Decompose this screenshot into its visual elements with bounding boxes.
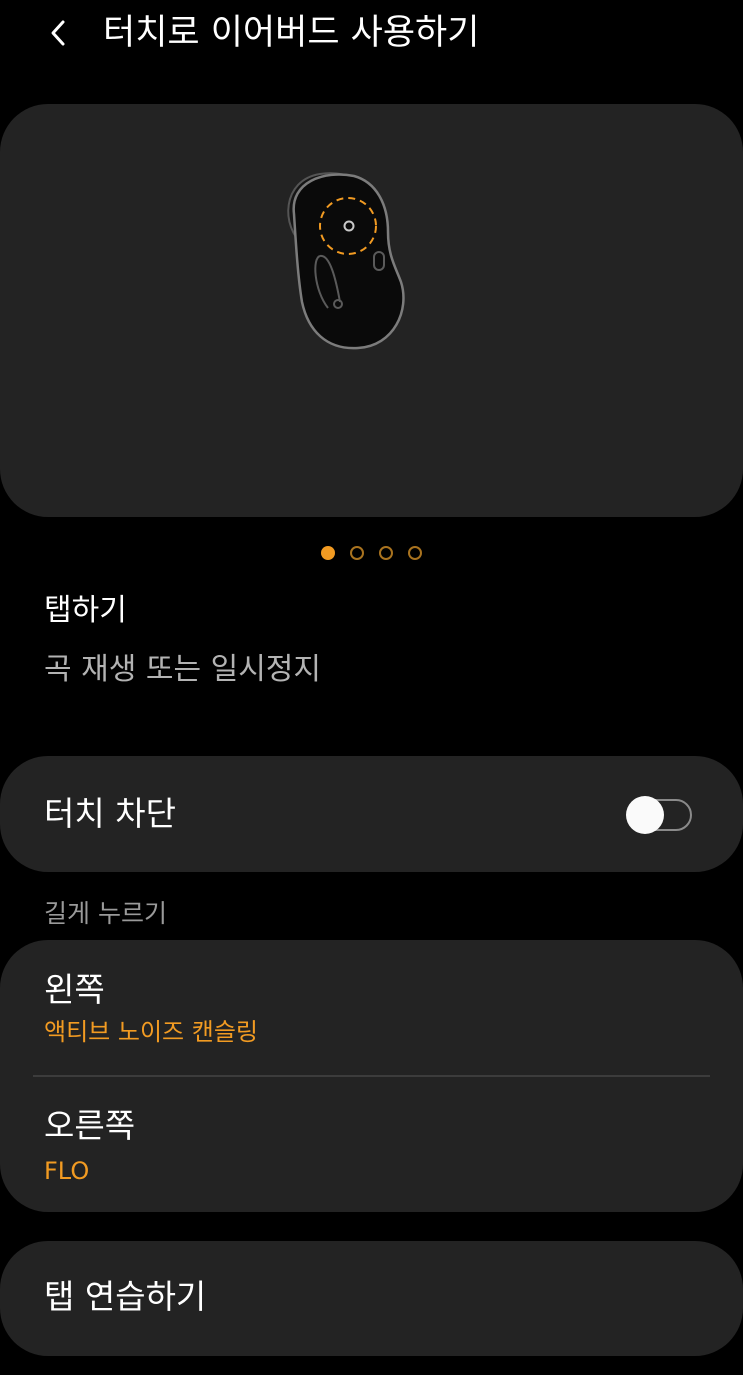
touch-block-row[interactable]: 터치 차단	[0, 756, 743, 872]
right-row-value: FLO	[44, 1157, 90, 1185]
left-row-title: 왼쪽	[44, 970, 105, 1009]
long-press-section-header: 길게 누르기	[44, 899, 167, 928]
illustration-card	[0, 104, 743, 517]
earbud-touch-area-icon	[287, 172, 405, 350]
app-bar: 터치로 이어버드 사용하기	[0, 0, 743, 70]
tap-practice-label: 탭 연습하기	[44, 1277, 207, 1316]
gesture-description: 곡 재생 또는 일시정지	[44, 652, 322, 687]
page-dot-4[interactable]	[408, 546, 422, 560]
page-dot-3[interactable]	[379, 546, 393, 560]
page-dot-2[interactable]	[350, 546, 364, 560]
tap-practice-row[interactable]: 탭 연습하기	[0, 1241, 743, 1356]
page-indicator	[0, 545, 743, 561]
touch-block-label: 터치 차단	[44, 794, 176, 833]
long-press-left-row[interactable]: 왼쪽 액티브 노이즈 캔슬링	[0, 940, 743, 1076]
left-row-value: 액티브 노이즈 캔슬링	[44, 1018, 258, 1046]
gesture-title: 탭하기	[44, 593, 127, 628]
page-dot-1[interactable]	[321, 546, 335, 560]
back-button[interactable]	[36, 10, 82, 56]
switch-thumb	[626, 796, 664, 834]
chevron-left-icon	[51, 20, 65, 46]
touch-block-switch[interactable]	[626, 796, 694, 834]
right-row-title: 오른쪽	[44, 1106, 136, 1145]
long-press-right-row[interactable]: 오른쪽 FLO	[0, 1076, 743, 1212]
page-title: 터치로 이어버드 사용하기	[103, 13, 480, 53]
long-press-card: 왼쪽 액티브 노이즈 캔슬링 오른쪽 FLO	[0, 940, 743, 1212]
